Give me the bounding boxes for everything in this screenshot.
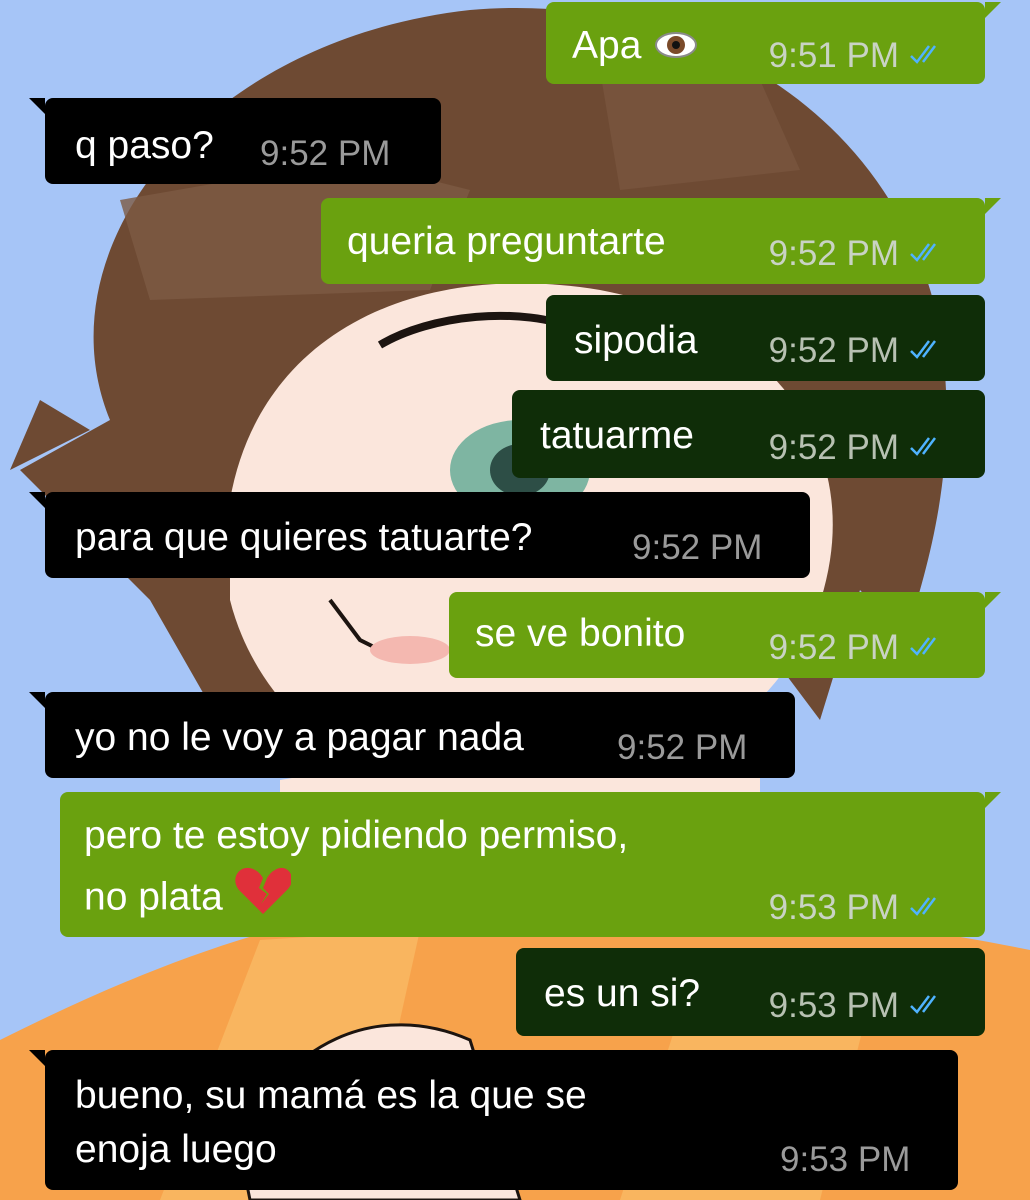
double-check-read-icon xyxy=(909,886,945,926)
message-bubble-outgoing[interactable]: queria preguntarte 9:52 PM xyxy=(321,198,1001,284)
message-text: es un si? xyxy=(544,972,701,1015)
double-check-read-icon xyxy=(909,34,945,74)
message-bubble-outgoing[interactable]: tatuarme 9:52 PM xyxy=(512,390,985,478)
bubble-tail xyxy=(29,692,45,708)
bubble-tail xyxy=(985,592,1001,608)
message-time: 9:52 PM xyxy=(768,331,899,370)
message-bubble-outgoing[interactable]: pero te estoy pidiendo permiso, no plata… xyxy=(60,792,1001,937)
message-text: tatuarme xyxy=(540,414,694,457)
message-text-line-2: enoja luego xyxy=(75,1128,277,1171)
message-time: 9:51 PM xyxy=(768,36,899,75)
message-time: 9:52 PM xyxy=(768,428,899,467)
double-check-read-icon xyxy=(909,232,945,272)
message-text-line-1: bueno, su mamá es la que se xyxy=(75,1074,587,1117)
message-text: sipodia xyxy=(574,319,698,362)
message-text-line-2: no plata xyxy=(84,866,292,932)
broken-heart-emoji-icon xyxy=(235,866,292,932)
message-time: 9:52 PM xyxy=(617,728,748,767)
bubble-tail xyxy=(985,2,1001,18)
bubble-tail xyxy=(29,98,45,114)
message-text: para que quieres tatuarte? xyxy=(75,516,533,559)
message-bubble-incoming[interactable]: yo no le voy a pagar nada 9:52 PM xyxy=(29,692,795,778)
message-time: 9:52 PM xyxy=(260,134,391,173)
message-text: yo no le voy a pagar nada xyxy=(75,716,524,759)
message-time: 9:52 PM xyxy=(768,234,899,273)
double-check-read-icon xyxy=(909,329,945,369)
message-text-line-1: pero te estoy pidiendo permiso, xyxy=(84,814,629,857)
message-bubble-incoming[interactable]: para que quieres tatuarte? 9:52 PM xyxy=(29,492,810,578)
message-time: 9:53 PM xyxy=(768,888,899,927)
message-text: Apa xyxy=(572,18,698,76)
double-check-read-icon xyxy=(909,426,945,466)
message-bubble-incoming[interactable]: bueno, su mamá es la que se enoja luego … xyxy=(29,1050,958,1190)
message-time: 9:52 PM xyxy=(632,528,763,567)
message-time: 9:52 PM xyxy=(768,628,899,667)
message-bubble-outgoing[interactable]: es un si? 9:53 PM xyxy=(516,948,985,1036)
message-meta: 9:53 PM xyxy=(769,886,945,928)
message-bubble-outgoing[interactable]: se ve bonito 9:52 PM xyxy=(449,592,1001,678)
message-meta: 9:52 PM xyxy=(769,232,945,274)
message-meta: 9:53 PM xyxy=(769,984,945,1026)
message-meta: 9:52 PM xyxy=(769,426,945,468)
message-time: 9:53 PM xyxy=(780,1140,911,1179)
message-text: q paso? xyxy=(75,124,214,167)
message-meta: 9:51 PM xyxy=(769,34,945,76)
double-check-read-icon xyxy=(909,984,945,1024)
bubble-tail xyxy=(985,198,1001,214)
message-text: queria preguntarte xyxy=(347,220,666,263)
message-bubble-outgoing[interactable]: sipodia 9:52 PM xyxy=(546,295,985,381)
message-bubble-outgoing[interactable]: Apa 9:51 PM xyxy=(546,2,1001,84)
double-check-read-icon xyxy=(909,626,945,666)
bubble-tail xyxy=(29,492,45,508)
message-meta: 9:52 PM xyxy=(769,626,945,668)
bubble-tail xyxy=(985,792,1001,808)
message-meta: 9:52 PM xyxy=(769,329,945,371)
eye-emoji-icon xyxy=(655,20,698,76)
message-time: 9:53 PM xyxy=(768,986,899,1025)
bubble-tail xyxy=(29,1050,45,1066)
message-bubble-incoming[interactable]: q paso? 9:52 PM xyxy=(29,98,441,184)
message-text: se ve bonito xyxy=(475,612,686,655)
